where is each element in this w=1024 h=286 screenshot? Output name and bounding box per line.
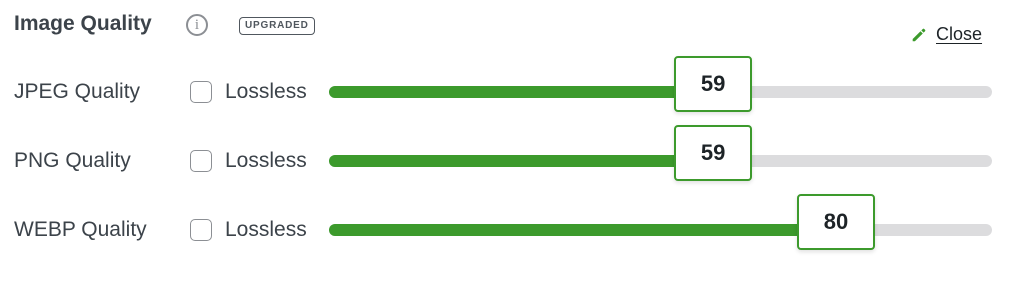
slider-fill	[329, 86, 714, 98]
jpeg-quality-thumb[interactable]: 59	[674, 56, 753, 112]
webp-quality-label: WEBP Quality	[14, 218, 147, 241]
webp-quality-slider[interactable]: 80	[329, 194, 992, 250]
section-title: Image Quality	[14, 12, 152, 35]
png-lossless-checkbox[interactable]	[190, 150, 212, 172]
webp-lossless-checkbox[interactable]	[190, 219, 212, 241]
slider-fill	[329, 155, 714, 167]
png-quality-label: PNG Quality	[14, 149, 131, 172]
jpeg-quality-label: JPEG Quality	[14, 80, 141, 103]
webp-lossless-label[interactable]: Lossless	[225, 200, 307, 260]
slider-fill	[329, 224, 836, 236]
image-quality-panel: Image Quality i UPGRADED Close JPEG Qual…	[0, 0, 1024, 286]
png-quality-row: PNG Quality Lossless 59	[0, 125, 1024, 191]
close-link[interactable]: Close	[910, 24, 982, 45]
jpeg-quality-slider[interactable]: 59	[329, 56, 992, 112]
close-label: Close	[936, 24, 983, 44]
pencil-icon	[912, 28, 926, 41]
png-quality-thumb[interactable]: 59	[674, 125, 753, 181]
jpeg-lossless-label[interactable]: Lossless	[225, 62, 307, 122]
png-quality-slider[interactable]: 59	[329, 125, 992, 181]
png-lossless-label[interactable]: Lossless	[225, 131, 307, 191]
jpeg-quality-row: JPEG Quality Lossless 59	[0, 56, 1024, 122]
info-icon[interactable]: i	[186, 14, 208, 36]
webp-quality-thumb[interactable]: 80	[797, 194, 875, 250]
upgraded-badge: UPGRADED	[239, 17, 315, 35]
webp-quality-row: WEBP Quality Lossless 80	[0, 194, 1024, 260]
jpeg-lossless-checkbox[interactable]	[190, 81, 212, 103]
